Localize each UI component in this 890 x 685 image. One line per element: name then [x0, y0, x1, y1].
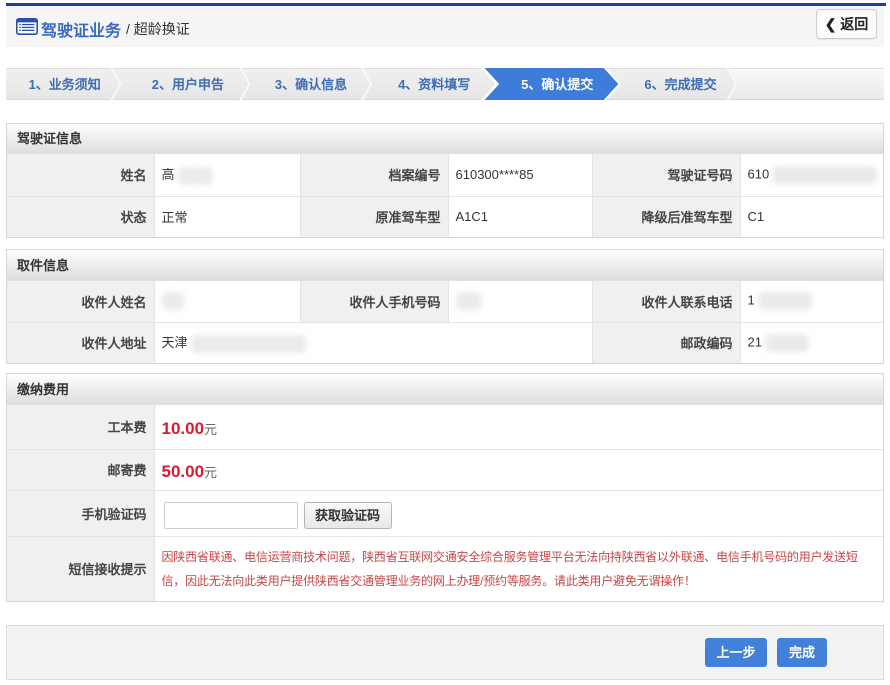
svg-text:3、确认信息: 3、确认信息	[275, 77, 347, 92]
svg-text:1、业务须知: 1、业务须知	[29, 77, 101, 92]
svg-text:5、确认提交: 5、确认提交	[521, 77, 593, 92]
svg-text:6、完成提交: 6、完成提交	[644, 77, 716, 92]
svg-text:4、资料填写: 4、资料填写	[398, 77, 470, 92]
svg-text:2、用户申告: 2、用户申告	[152, 77, 224, 92]
